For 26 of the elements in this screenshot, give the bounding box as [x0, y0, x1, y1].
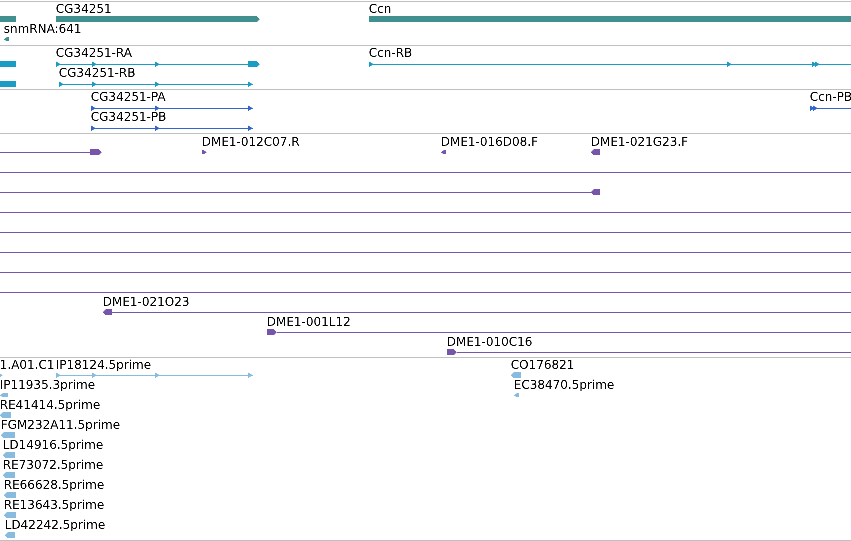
feature-label: Ccn-RB — [369, 46, 412, 60]
feature-label: DME1-010C16 — [447, 335, 533, 349]
feature-label: DME1-001L12 — [267, 315, 351, 329]
feature-label: LD42242.5prime — [5, 518, 106, 532]
feature-label: snmRNA:641 — [4, 22, 82, 36]
feature-label: CO176821 — [511, 358, 575, 372]
feature-label: RE73072.5prime — [3, 458, 104, 472]
feature-label: CG34251 — [56, 2, 112, 16]
feature-label: DME1-016D08.F — [441, 135, 538, 149]
feature-label: IP11935.3prime — [0, 378, 96, 392]
feature-label: Ccn — [369, 2, 392, 16]
feature-label: FGM232A11.5prime — [1, 418, 120, 432]
feature-label: EC38470.5prime — [514, 378, 615, 392]
feature-label: IP18124.5prime — [56, 358, 152, 372]
feature-label: DME1-021G23.F — [591, 135, 688, 149]
feature-label: LD14916.5prime — [3, 438, 104, 452]
feature-label: RE41414.5prime — [0, 398, 100, 412]
feature-label: RE66628.5prime — [4, 478, 104, 492]
feature-label: CG34251-RB — [59, 66, 136, 80]
feature-label: CG34251-PB — [91, 110, 167, 124]
feature-label: DME1-012C07.R — [202, 135, 300, 149]
feature-label: RE13643.5prime — [4, 498, 104, 512]
feature-label: CG34251-PA — [91, 90, 166, 104]
feature-label: 1.A01.C1 — [0, 358, 55, 372]
feature-label: CG34251-RA — [56, 46, 132, 60]
feature-label: DME1-021O23 — [103, 295, 190, 309]
